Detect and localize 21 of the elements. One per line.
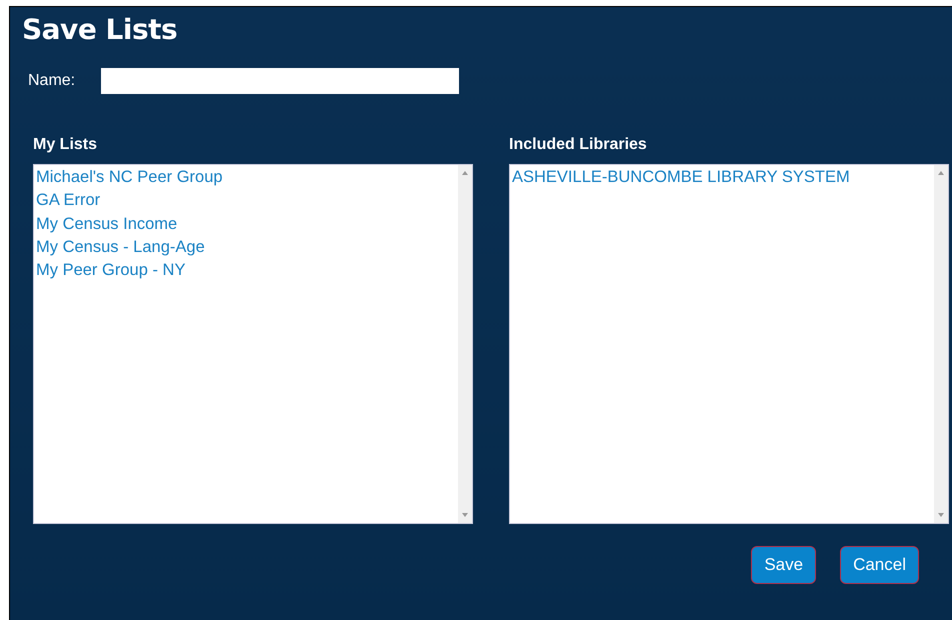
scrollbar[interactable] <box>934 165 948 523</box>
list-item[interactable]: My Census Income <box>36 212 178 236</box>
scrollbar[interactable] <box>458 165 472 523</box>
list-heading: Included Libraries <box>509 136 647 154</box>
list-item[interactable]: ASHEVILLE-BUNCOMBE LIBRARY SYSTEM <box>512 166 850 190</box>
name-field[interactable] <box>101 68 460 94</box>
list-item[interactable]: GA Error <box>36 189 100 213</box>
list-item[interactable]: Michael's NC Peer Group <box>36 166 223 190</box>
dialog-title: Save Lists <box>22 13 178 46</box>
scroll-up-icon[interactable] <box>938 171 944 175</box>
save-button[interactable]: Save <box>751 546 816 584</box>
name-label: Name: <box>28 72 76 90</box>
list-heading: My Lists <box>33 136 98 154</box>
scroll-down-icon[interactable] <box>938 513 944 517</box>
cancel-button[interactable]: Cancel <box>840 546 919 584</box>
list-box[interactable]: ASHEVILLE-BUNCOMBE LIBRARY SYSTEM <box>509 164 949 524</box>
scroll-up-icon[interactable] <box>462 171 468 175</box>
scroll-down-icon[interactable] <box>462 513 468 517</box>
list-item[interactable]: My Census - Lang-Age <box>36 236 205 260</box>
list-item[interactable]: My Peer Group - NY <box>36 259 186 282</box>
list-box[interactable]: Michael's NC Peer Group GA Error My Census Income My Census - Lang-Age My Peer Group - NY <box>33 164 473 524</box>
